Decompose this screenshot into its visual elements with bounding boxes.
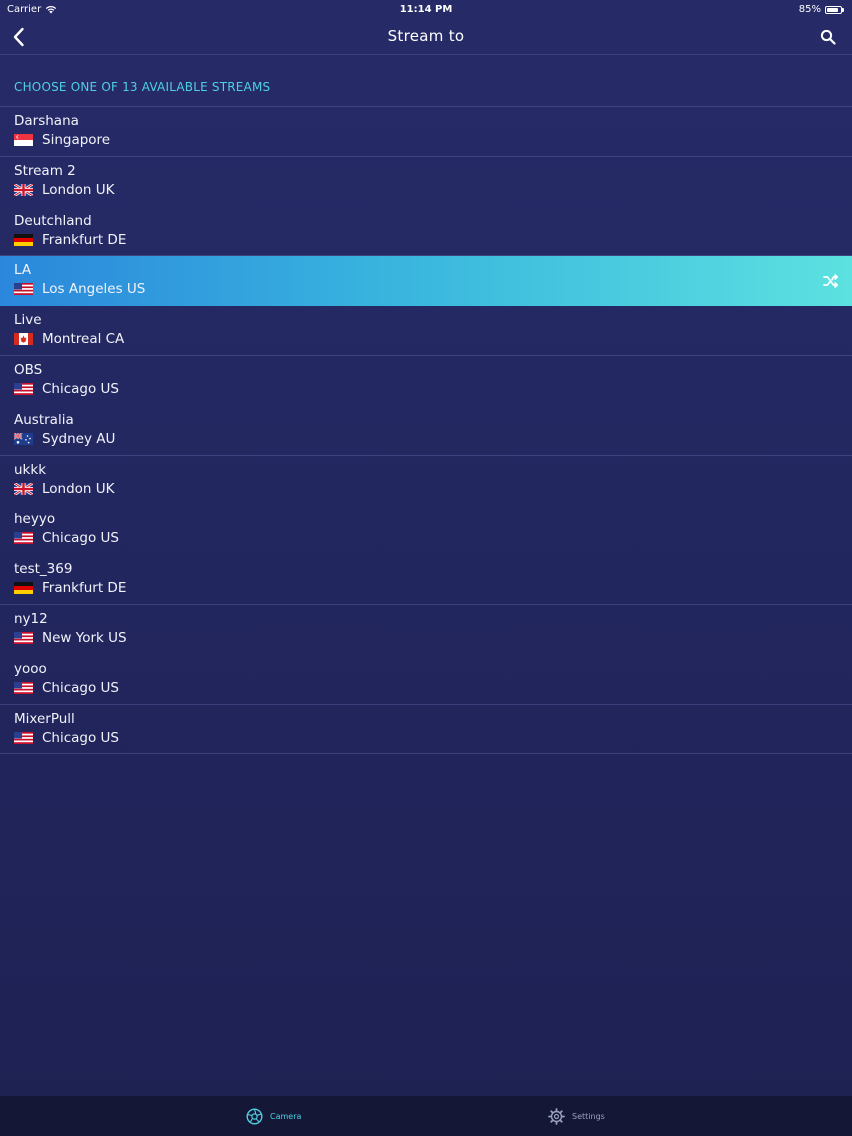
stream-row[interactable]: LA Los Angeles US	[0, 256, 852, 307]
stream-name: test_369	[14, 561, 73, 578]
page-title: Stream to	[387, 27, 465, 45]
location-label: Chicago US	[42, 679, 119, 696]
tab-settings[interactable]: Settings	[548, 1096, 605, 1136]
location-label: Chicago US	[42, 729, 119, 746]
stream-name: Deutchland	[14, 212, 92, 229]
section-header: CHOOSE ONE OF 13 AVAILABLE STREAMS	[14, 80, 271, 94]
battery-status: 85%	[799, 4, 844, 15]
battery-icon	[825, 5, 844, 14]
stream-row[interactable]: ukkk London UK	[0, 456, 852, 506]
tab-bar: Camera Settings	[0, 1096, 852, 1136]
status-bar: Carrier 11:14 PM 85%	[0, 0, 852, 20]
location-label: London UK	[42, 181, 115, 198]
location-label: New York US	[42, 629, 127, 646]
tab-label: Settings	[572, 1111, 605, 1121]
stream-location: Chicago US	[14, 680, 119, 696]
flag-sg-icon	[14, 134, 33, 146]
camera-icon	[246, 1107, 263, 1125]
location-label: Frankfurt DE	[42, 580, 127, 597]
stream-location: Montreal CA	[14, 331, 124, 347]
stream-location: Chicago US	[14, 530, 119, 546]
tab-label: Camera	[270, 1111, 302, 1121]
battery-percent: 85%	[798, 4, 821, 15]
stream-list: Darshana Singapore Stream 2 London UK Deutch…	[0, 107, 852, 755]
stream-location: London UK	[14, 481, 115, 497]
stream-row[interactable]: heyyo Chicago US	[0, 505, 852, 555]
flag-uk-icon	[14, 482, 33, 495]
stream-location: Sydney AU	[14, 431, 115, 447]
stream-row[interactable]: MixerPull Chicago US	[0, 705, 852, 755]
stream-row[interactable]: Deutchland Frankfurt DE	[0, 207, 852, 257]
search-icon	[820, 29, 836, 45]
location-label: Chicago US	[42, 530, 119, 547]
stream-name: Stream 2	[14, 162, 76, 179]
stream-row[interactable]: ny12 New York US	[0, 605, 852, 655]
stream-row[interactable]: OBS Chicago US	[0, 356, 852, 406]
flag-ca-icon	[14, 333, 33, 346]
stream-row[interactable]: yooo Chicago US	[0, 655, 852, 705]
stream-location: Chicago US	[14, 730, 119, 746]
stream-location: Los Angeles US	[14, 281, 145, 297]
stream-name: LA	[14, 262, 32, 279]
location-label: Singapore	[42, 132, 111, 148]
location-label: Los Angeles US	[42, 281, 146, 298]
flag-us-icon	[14, 283, 33, 296]
stream-name: Live	[14, 312, 42, 329]
stream-row[interactable]: Darshana Singapore	[0, 107, 852, 157]
gear-icon	[548, 1107, 565, 1125]
stream-name: ny12	[14, 610, 48, 627]
stream-row[interactable]: Stream 2 London UK	[0, 157, 852, 207]
stream-name: OBS	[14, 361, 43, 378]
shuffle-icon[interactable]	[822, 272, 840, 290]
stream-name: yooo	[14, 660, 47, 677]
flag-uk-icon	[14, 183, 33, 196]
tab-camera[interactable]: Camera	[246, 1096, 301, 1136]
location-label: Sydney AU	[42, 430, 116, 447]
flag-us-icon	[14, 731, 33, 744]
stream-name: heyyo	[14, 511, 56, 528]
stream-location: Frankfurt DE	[14, 580, 126, 596]
flag-de-icon	[14, 582, 33, 595]
stream-row[interactable]: test_369 Frankfurt DE	[0, 555, 852, 605]
navigation-bar: Stream to	[0, 20, 852, 55]
stream-name: MixerPull	[14, 710, 75, 727]
stream-name: ukkk	[14, 461, 47, 478]
flag-us-icon	[14, 681, 33, 694]
flag-us-icon	[14, 631, 33, 644]
stream-name: Darshana	[14, 113, 79, 129]
stream-name: Australia	[14, 411, 74, 428]
location-label: Frankfurt DE	[42, 231, 127, 248]
location-label: Montreal CA	[42, 331, 125, 348]
flag-de-icon	[14, 233, 33, 246]
flag-au-icon	[14, 432, 33, 445]
stream-row[interactable]: Live Montreal CA	[0, 306, 852, 356]
stream-location: Frankfurt DE	[14, 232, 126, 248]
flag-us-icon	[14, 382, 33, 395]
status-time: 11:14 PM	[399, 4, 453, 15]
flag-us-icon	[14, 532, 33, 545]
search-button[interactable]	[816, 25, 840, 49]
location-label: Chicago US	[42, 380, 119, 397]
stream-location: Singapore	[14, 132, 110, 148]
stream-location: London UK	[14, 182, 115, 198]
stream-row[interactable]: Australia Sydney AU	[0, 406, 852, 456]
location-label: London UK	[42, 480, 115, 497]
stream-location: New York US	[14, 630, 127, 646]
stream-location: Chicago US	[14, 381, 119, 397]
